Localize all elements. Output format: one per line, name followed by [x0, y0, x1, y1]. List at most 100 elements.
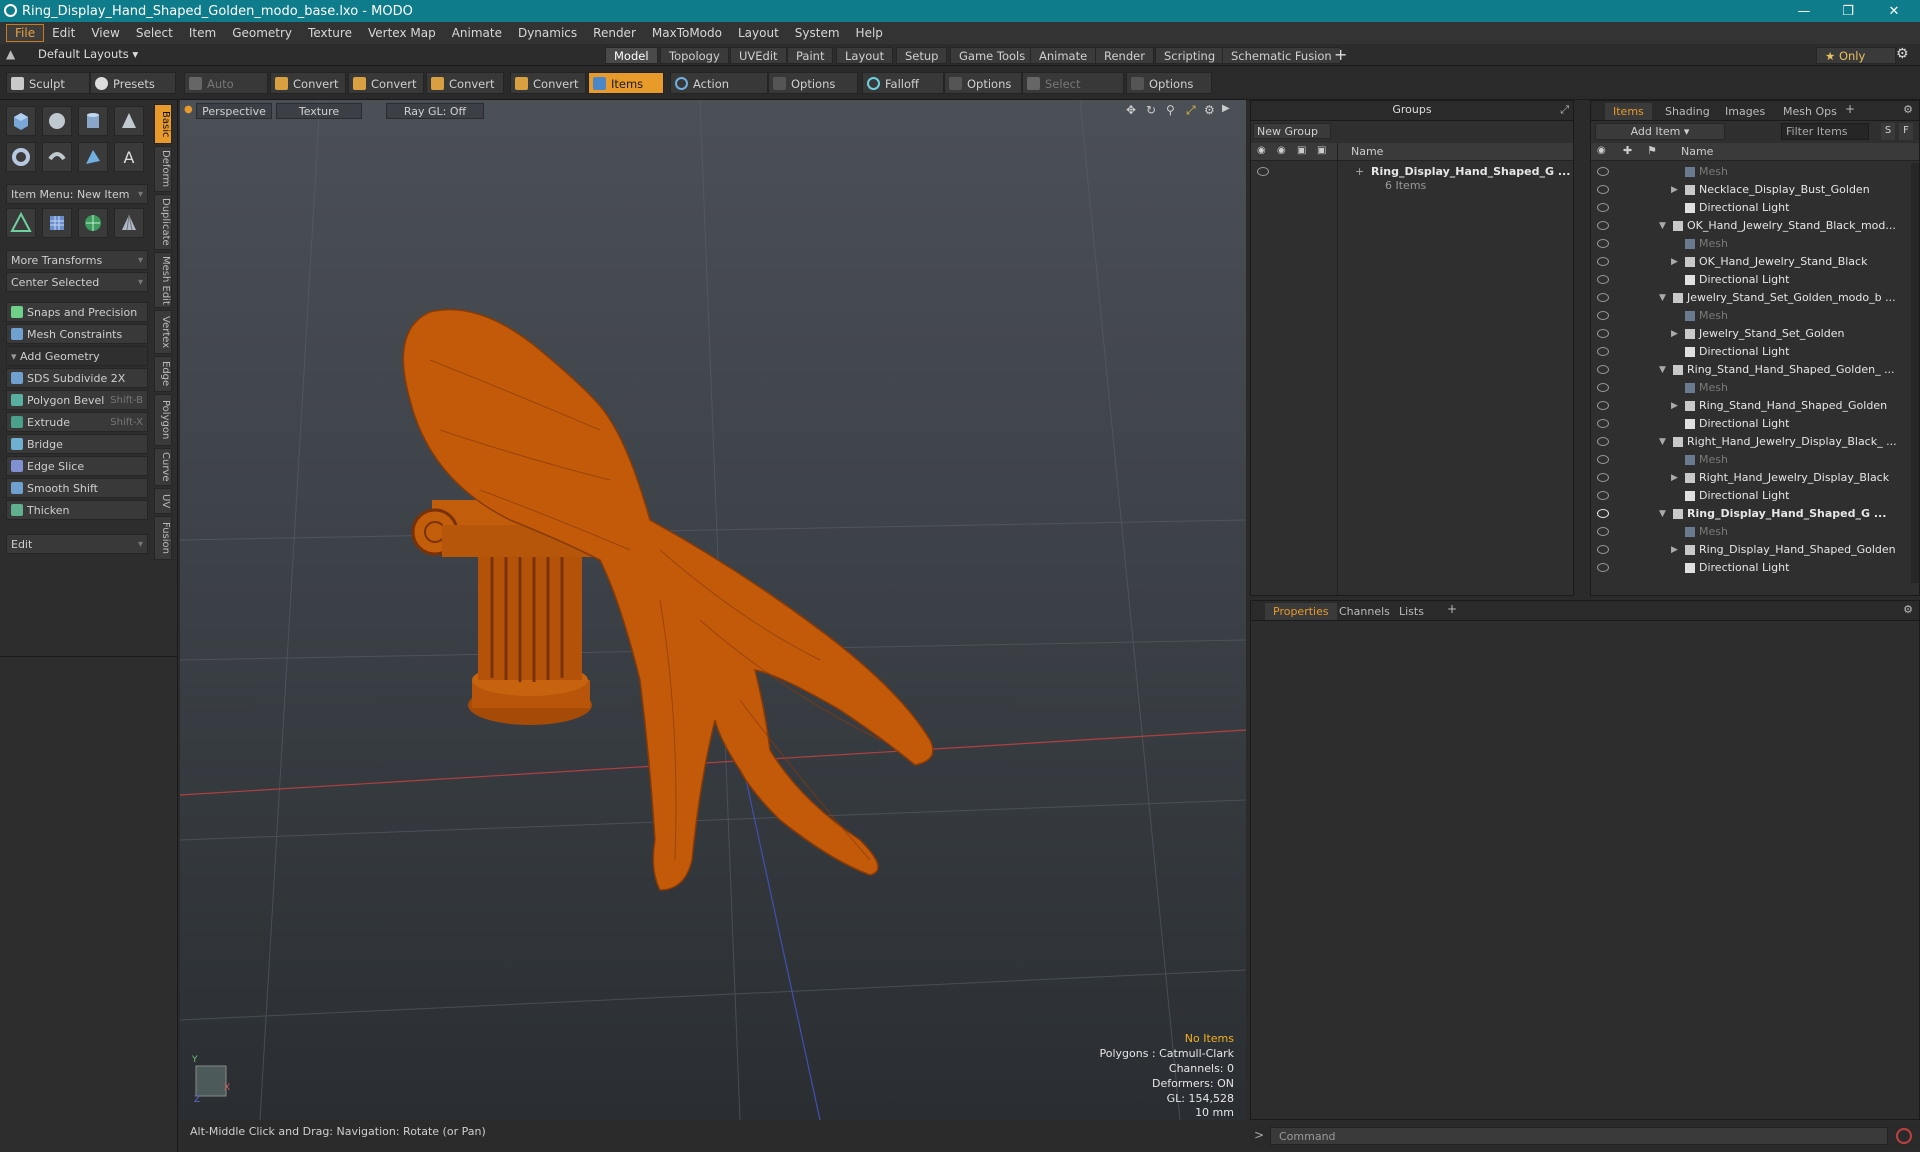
eye-icon[interactable]	[1597, 437, 1609, 446]
menu-system[interactable]: System	[787, 22, 848, 44]
eye-icon[interactable]	[1597, 293, 1609, 302]
transform-tool[interactable]	[6, 208, 36, 238]
tool-bridge[interactable]: Bridge	[6, 434, 148, 454]
eye-icon[interactable]	[1597, 329, 1609, 338]
viewport-scene[interactable]: Y X Z	[180, 100, 1246, 1120]
snaps-precision-button[interactable]: Snaps and Precision	[6, 302, 148, 322]
tab-scripting[interactable]: Scripting	[1155, 47, 1225, 64]
scene-row[interactable]: ▼ Jewelry_Stand_Set_Golden_modo_b ...	[1591, 289, 1911, 307]
expand-arrow-icon[interactable]: ▶	[1671, 541, 1678, 559]
restore-button[interactable]: ❐	[1826, 0, 1870, 22]
item-row[interactable]: Directional Light	[1591, 487, 1911, 505]
eye-icon[interactable]	[1257, 167, 1269, 176]
tab-setup[interactable]: Setup	[896, 47, 948, 64]
viewport-menu-icon[interactable]: ●	[184, 104, 193, 115]
layout-selector[interactable]: Default Layouts ▾	[38, 47, 138, 61]
add-tab-icon[interactable]: +	[1447, 602, 1457, 616]
expand-arrow-icon[interactable]: ▶	[1671, 397, 1678, 415]
eye-icon[interactable]	[1597, 419, 1609, 428]
tool-edge-slice[interactable]: Edge Slice	[6, 456, 148, 476]
menu-animate[interactable]: Animate	[444, 22, 510, 44]
eye-icon[interactable]	[1597, 275, 1609, 284]
minimize-button[interactable]: —	[1782, 0, 1826, 22]
eye-icon[interactable]	[1597, 563, 1609, 572]
shading-mode-button[interactable]: Texture	[276, 103, 362, 119]
item-row[interactable]: Directional Light	[1591, 199, 1911, 217]
vtab-fusion[interactable]: Fusion	[154, 516, 172, 560]
tab-render[interactable]: Render	[1095, 47, 1154, 64]
vtab-mesh-edit[interactable]: Mesh Edit	[154, 252, 172, 308]
vtab-vertex[interactable]: Vertex	[154, 310, 172, 354]
scene-row[interactable]: ▼ Ring_Display_Hand_Shaped_G ...	[1591, 505, 1911, 523]
vtab-uv[interactable]: UV	[154, 488, 172, 514]
menu-texture[interactable]: Texture	[300, 22, 360, 44]
tab-mesh-ops[interactable]: Mesh Ops	[1775, 103, 1845, 120]
item-row[interactable]: ▶ Right_Hand_Jewelry_Display_Black	[1591, 469, 1911, 487]
select-through-button[interactable]: Select Through	[1022, 72, 1124, 113]
menu-view[interactable]: View	[83, 22, 127, 44]
item-row[interactable]: Mesh	[1591, 523, 1911, 541]
tab-lists[interactable]: Lists	[1391, 603, 1432, 620]
items-mode-button[interactable]: Items	[588, 72, 664, 94]
convert-button-1[interactable]: Convert	[270, 72, 346, 94]
menu-select[interactable]: Select	[128, 22, 181, 44]
zoom-view-icon[interactable]: ⚲	[1166, 103, 1175, 117]
filter-f-button[interactable]: F	[1899, 123, 1913, 140]
only-toggle[interactable]: ★ Only	[1816, 47, 1896, 64]
view-mode-button[interactable]: Perspective	[196, 103, 272, 119]
menu-item[interactable]: Item	[181, 22, 224, 44]
item-row[interactable]: Directional Light	[1591, 343, 1911, 361]
item-row[interactable]: Mesh	[1591, 307, 1911, 325]
globe-tool[interactable]	[78, 208, 108, 238]
item-row[interactable]: Mesh	[1591, 163, 1911, 181]
eye-icon[interactable]	[1597, 185, 1609, 194]
expand-arrow-icon[interactable]: ▶	[1671, 325, 1678, 343]
eye-icon[interactable]	[1597, 527, 1609, 536]
auto-select-button[interactable]: Auto Select	[184, 72, 268, 113]
eye-icon[interactable]	[1597, 401, 1609, 410]
tab-animate[interactable]: Animate	[1030, 47, 1097, 64]
more-transforms-dropdown[interactable]: More Transforms ▾	[6, 250, 148, 270]
tab-channels[interactable]: Channels	[1331, 603, 1398, 620]
eye-icon[interactable]	[1597, 257, 1609, 266]
item-row[interactable]: ▶ Jewelry_Stand_Set_Golden	[1591, 325, 1911, 343]
action-center-button[interactable]: Action Center	[670, 72, 768, 113]
menu-edit[interactable]: Edit	[44, 22, 83, 44]
item-row[interactable]: ▶ Ring_Display_Hand_Shaped_Golden	[1591, 541, 1911, 559]
filter-s-button[interactable]: S	[1881, 123, 1895, 140]
expand-arrow-icon[interactable]: ▶	[1671, 469, 1678, 487]
panel-options-icon[interactable]: ⚙	[1903, 103, 1913, 116]
vtab-edge[interactable]: Edge	[154, 356, 172, 392]
tab-model[interactable]: Model	[605, 47, 658, 64]
center-selected-dropdown[interactable]: Center Selected ▾	[6, 272, 148, 292]
tool-smooth-shift[interactable]: Smooth Shift	[6, 478, 148, 498]
filter-items-input[interactable]: Filter Items	[1781, 123, 1869, 140]
convert-button-2[interactable]: Convert	[348, 72, 424, 94]
menu-maxtomodo[interactable]: MaxToModo	[644, 22, 730, 44]
eye-icon[interactable]	[1597, 203, 1609, 212]
tool-polygon-bevel[interactable]: Polygon Bevel Shift-B	[6, 390, 148, 410]
menu-vertex-map[interactable]: Vertex Map	[360, 22, 444, 44]
item-row[interactable]: Directional Light	[1591, 271, 1911, 289]
sphere-tool[interactable]	[42, 106, 72, 136]
mesh-constraints-button[interactable]: Mesh Constraints	[6, 324, 148, 344]
eye-icon[interactable]	[1597, 491, 1609, 500]
eye-icon[interactable]	[1597, 311, 1609, 320]
pen-tool[interactable]	[78, 142, 108, 172]
cone-tool[interactable]	[114, 106, 144, 136]
menu-help[interactable]: Help	[848, 22, 891, 44]
menu-file[interactable]: File	[6, 24, 45, 42]
cylinder-tool[interactable]	[78, 106, 108, 136]
eye-icon[interactable]	[1597, 509, 1609, 518]
tool-sds-subdivide-2x[interactable]: SDS Subdivide 2X	[6, 368, 148, 388]
add-tab-icon[interactable]: +	[1845, 102, 1855, 116]
falloff-options-button[interactable]: Options	[944, 72, 1022, 94]
pyramid-tool[interactable]	[114, 208, 144, 238]
command-input[interactable]: Command	[1270, 1127, 1888, 1145]
text-tool[interactable]: A	[114, 142, 144, 172]
item-row[interactable]: ▶ Ring_Stand_Hand_Shaped_Golden	[1591, 397, 1911, 415]
viewport-expand-icon[interactable]: ▶	[1222, 103, 1230, 114]
eye-icon[interactable]	[1597, 347, 1609, 356]
expand-icon[interactable]: ⤢	[1560, 103, 1569, 117]
capsule-tool[interactable]	[42, 142, 72, 172]
